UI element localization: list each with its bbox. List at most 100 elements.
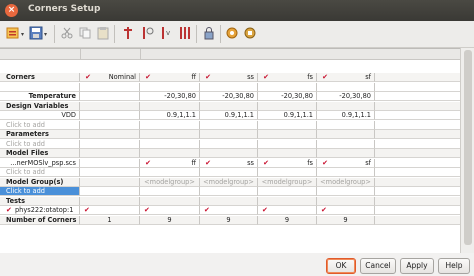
- vdd-cell[interactable]: 0.9,1,1.1: [200, 111, 258, 121]
- corner-checkbox[interactable]: ✔: [321, 74, 328, 81]
- test-name: phys222:otatop:1: [15, 206, 74, 214]
- scrollbar-thumb[interactable]: [464, 50, 472, 245]
- chevron-down-icon[interactable]: ▾: [44, 31, 47, 38]
- corner-column-header[interactable]: ✔ fs: [258, 73, 317, 83]
- model-file-checkbox[interactable]: ✔: [262, 159, 269, 167]
- corner-count: 1: [80, 215, 140, 225]
- empty-cell: [258, 101, 317, 111]
- click-to-add-model-file[interactable]: Click to add: [0, 168, 80, 178]
- cut-icon[interactable]: [60, 26, 74, 40]
- copy-icon[interactable]: [78, 26, 92, 40]
- corner-name: fs: [307, 73, 313, 81]
- empty-cell: [258, 196, 317, 206]
- test-enable-checkbox[interactable]: ✔: [262, 206, 269, 214]
- corners-setup-window: × Corners Setup ▾ ▾ v Corners ✔ Nominal ✔…: [0, 0, 474, 276]
- test-enable-cell[interactable]: ✔: [80, 206, 140, 216]
- model-group-cell[interactable]: <modelgroup>: [200, 177, 258, 187]
- test-enable-checkbox[interactable]: ✔: [321, 206, 328, 214]
- nominal-temperature-cell[interactable]: [80, 92, 140, 102]
- corners-label: Corners: [0, 73, 80, 83]
- nominal-checkbox[interactable]: ✔: [84, 74, 91, 81]
- model-file-checkbox[interactable]: ✔: [144, 159, 151, 167]
- test-enable-checkbox[interactable]: ✔: [204, 206, 211, 214]
- apply-button[interactable]: Apply: [400, 258, 434, 274]
- empty-cell: [140, 101, 200, 111]
- chevron-down-icon[interactable]: ▾: [21, 31, 24, 38]
- lock-icon[interactable]: [202, 26, 216, 40]
- design-variables-row: Design Variables: [0, 101, 460, 111]
- settings-icon[interactable]: [243, 26, 257, 40]
- test-name-cell[interactable]: ✔ phys222:otatop:1: [0, 206, 80, 216]
- ok-button[interactable]: OK: [326, 258, 356, 274]
- corner-column-header[interactable]: ✔ sf: [317, 73, 375, 83]
- vdd-cell[interactable]: 0.9,1,1.1: [258, 111, 317, 121]
- click-to-add-model-group[interactable]: Click to add: [0, 187, 80, 197]
- corner-column-header[interactable]: ✔ ff: [140, 73, 200, 83]
- paste-icon[interactable]: [96, 26, 110, 40]
- close-icon[interactable]: ×: [5, 4, 18, 17]
- nominal-vdd-cell[interactable]: [80, 111, 140, 121]
- toolbar-separator: [196, 25, 197, 43]
- click-to-add-parameter[interactable]: Click to add: [0, 139, 80, 149]
- vdd-cell[interactable]: 0.9,1,1.1: [140, 111, 200, 121]
- temperature-cell[interactable]: -20,30,80: [200, 92, 258, 102]
- corner-count: 9: [317, 215, 375, 225]
- temperature-cell[interactable]: -20,30,80: [258, 92, 317, 102]
- number-of-corners-label: Number of Corners: [0, 215, 80, 225]
- add-variable-icon[interactable]: v: [159, 26, 173, 40]
- help-button[interactable]: Help: [438, 258, 470, 274]
- model-file-checkbox[interactable]: ✔: [204, 159, 211, 167]
- model-file-section-cell[interactable]: ✔ fs: [258, 158, 317, 168]
- model-group-cell[interactable]: <modelgroup>: [317, 177, 375, 187]
- svg-text:v: v: [166, 29, 170, 37]
- empty-cell: [200, 101, 258, 111]
- model-section: fs: [307, 158, 313, 167]
- corners-row: Corners ✔ Nominal ✔ ff ✔ ss ✔ fs ✔ sf: [0, 73, 460, 83]
- empty-cell: [80, 177, 140, 187]
- test-enable-cell[interactable]: ✔: [140, 206, 200, 216]
- run-icon[interactable]: [225, 26, 239, 40]
- model-file-section-cell[interactable]: ✔ ff: [140, 158, 200, 168]
- click-to-add-variable[interactable]: Click to add: [0, 120, 80, 130]
- test-enable-cell[interactable]: ✔: [200, 206, 258, 216]
- empty-cell: [375, 196, 460, 206]
- test-enable-cell[interactable]: ✔: [317, 206, 375, 216]
- test-row: ✔ phys222:otatop:1 ✔ ✔ ✔ ✔ ✔: [0, 206, 460, 216]
- export-icon[interactable]: [140, 26, 154, 40]
- save-icon[interactable]: [29, 26, 43, 40]
- model-group-cell[interactable]: <modelgroup>: [258, 177, 317, 187]
- toolbar-separator: [54, 25, 55, 43]
- empty-cell: [200, 168, 258, 178]
- corner-column-header[interactable]: ✔ ss: [200, 73, 258, 83]
- new-icon[interactable]: [6, 26, 20, 40]
- vertical-scrollbar[interactable]: [460, 48, 474, 253]
- model-group-cell[interactable]: <modelgroup>: [140, 177, 200, 187]
- temperature-cell[interactable]: -20,30,80: [317, 92, 375, 102]
- test-enable-checkbox[interactable]: ✔: [84, 206, 91, 214]
- cancel-button[interactable]: Cancel: [360, 258, 396, 274]
- model-file-section-cell[interactable]: ✔ sf: [317, 158, 375, 168]
- corner-checkbox[interactable]: ✔: [204, 74, 211, 81]
- test-enable-cell[interactable]: ✔: [258, 206, 317, 216]
- sweep-icon[interactable]: [178, 26, 192, 40]
- add-parameter-row: Click to add: [0, 139, 460, 149]
- model-file-label[interactable]: ...nerMOSlv_psp.scs: [0, 158, 80, 168]
- nominal-column-header[interactable]: ✔ Nominal: [80, 73, 140, 83]
- model-section: ff: [191, 158, 196, 167]
- model-file-section-cell[interactable]: ✔ ss: [200, 158, 258, 168]
- empty-cell: [375, 215, 460, 225]
- test-enable-checkbox[interactable]: ✔: [144, 206, 151, 214]
- vdd-cell[interactable]: 0.9,1,1.1: [317, 111, 375, 121]
- import-icon[interactable]: [121, 26, 135, 40]
- temperature-row: Temperature -20,30,80 -20,30,80 -20,30,8…: [0, 92, 460, 102]
- empty-cell: [140, 149, 200, 159]
- empty-cell: [375, 159, 460, 168]
- corner-checkbox[interactable]: ✔: [144, 74, 151, 81]
- model-file-checkbox[interactable]: ✔: [321, 159, 328, 167]
- design-variables-label: Design Variables: [0, 101, 80, 111]
- empty-cell: [140, 168, 200, 178]
- temperature-cell[interactable]: -20,30,80: [140, 92, 200, 102]
- empty-cell: [258, 149, 317, 159]
- corner-checkbox[interactable]: ✔: [262, 74, 269, 81]
- test-checkbox[interactable]: ✔: [6, 206, 13, 214]
